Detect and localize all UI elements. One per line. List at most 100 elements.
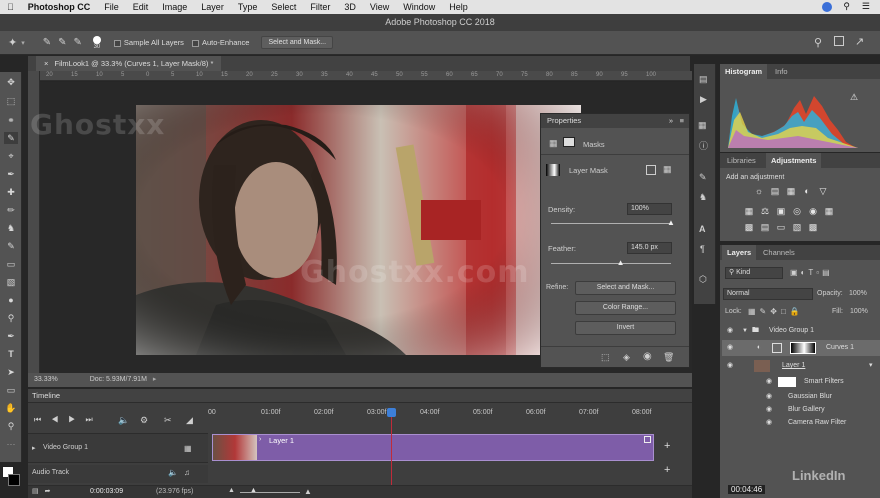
visibility-eye-icon[interactable]: ◉ xyxy=(727,340,733,356)
hue-saturation-icon[interactable]: ▦ xyxy=(744,207,754,216)
timeline-footer-icons[interactable]: ▤➦ xyxy=(32,487,56,495)
menu-window[interactable]: Window xyxy=(396,2,442,12)
character-icon[interactable]: A xyxy=(699,224,706,234)
playhead-handle[interactable] xyxy=(387,408,396,417)
transition-icon[interactable]: ◢ xyxy=(186,415,193,426)
eraser-tool-icon[interactable]: ▭ xyxy=(4,258,18,270)
menu-file[interactable]: File xyxy=(97,2,126,12)
workspace-icon[interactable] xyxy=(834,36,844,46)
hand-tool-icon[interactable]: ✋ xyxy=(4,402,18,414)
path-selection-tool-icon[interactable]: ➤ xyxy=(4,366,18,378)
brush-settings-icon[interactable]: ✎ xyxy=(699,172,707,183)
lasso-tool-icon[interactable]: ⚭ xyxy=(4,114,18,126)
paragraph-icon[interactable]: ¶ xyxy=(700,244,705,254)
menu-type[interactable]: Type xyxy=(231,2,265,12)
tab-adjustments[interactable]: Adjustments xyxy=(766,153,822,168)
brightness-contrast-icon[interactable]: ☼ xyxy=(754,187,764,196)
photo-filter-icon[interactable]: ◎ xyxy=(792,207,802,216)
clone-source-icon[interactable]: ♞ xyxy=(699,192,707,203)
menu-filter[interactable]: Filter xyxy=(303,2,337,12)
add-audio-plus-icon[interactable]: + xyxy=(664,464,670,476)
creative-cloud-icon[interactable] xyxy=(822,2,832,12)
visibility-eye-icon[interactable]: ◉ xyxy=(766,374,772,390)
info-icon[interactable]: ⓘ xyxy=(699,139,708,152)
gradient-map-icon[interactable]: ▧ xyxy=(792,223,802,232)
blend-mode-select[interactable]: Normal xyxy=(723,288,813,300)
chevron-down-icon[interactable]: ▼ xyxy=(742,323,748,339)
delete-mask-icon[interactable]: 🗑 xyxy=(663,352,674,363)
add-media-plus-icon[interactable]: + xyxy=(664,440,670,452)
color-lookup-icon[interactable]: ▦ xyxy=(824,207,834,216)
tab-libraries[interactable]: Libraries xyxy=(722,153,761,168)
background-color-swatch[interactable] xyxy=(8,474,20,486)
history-brush-tool-icon[interactable]: ✎ xyxy=(4,240,18,252)
document-tab[interactable]: × FilmLook1 @ 33.3% (Curves 1, Layer Mas… xyxy=(36,56,222,71)
exposure-icon[interactable]: ◐ xyxy=(802,187,812,196)
panel-menu-icon[interactable]: ≡ xyxy=(680,114,684,128)
tab-histogram[interactable]: Histogram xyxy=(720,64,768,79)
visibility-eye-icon[interactable]: ◉ xyxy=(727,358,733,374)
history-icon[interactable]: ▤ xyxy=(699,74,708,85)
3d-icon[interactable]: ⬡ xyxy=(699,274,707,285)
video-clip[interactable]: › Layer 1 xyxy=(212,434,654,461)
selective-color-icon[interactable]: ▩ xyxy=(808,223,818,232)
menu-view[interactable]: View xyxy=(363,2,396,12)
apple-icon[interactable]:  xyxy=(0,2,21,12)
menu-3d[interactable]: 3D xyxy=(337,2,363,12)
collapse-icon[interactable]: » xyxy=(669,114,673,128)
vector-mask-icon[interactable] xyxy=(563,137,575,147)
audio-icon[interactable]: 🔈 xyxy=(118,415,129,426)
settings-gear-icon[interactable]: ⚙ xyxy=(140,415,148,426)
chevron-down-icon[interactable]: ▾ xyxy=(869,358,873,374)
levels-icon[interactable]: ▤ xyxy=(770,187,780,196)
more-tools-icon[interactable]: ⋯ xyxy=(4,438,18,450)
apply-mask-icon[interactable]: ▦ xyxy=(663,164,672,175)
rectangle-tool-icon[interactable]: ▭ xyxy=(4,384,18,396)
visibility-eye-icon[interactable]: ◉ xyxy=(643,351,652,362)
film-icon[interactable]: ▦ xyxy=(184,444,192,453)
brush-tool-icon[interactable]: ✏ xyxy=(4,204,18,216)
lock-icons[interactable]: ▦✎✥□🔒 xyxy=(748,307,804,316)
zoom-in-mountain-icon[interactable]: ▲ xyxy=(304,487,312,496)
music-note-icon[interactable]: ♫ xyxy=(184,468,190,477)
crop-tool-icon[interactable]: ⌖ xyxy=(4,150,18,162)
density-field[interactable]: 100% xyxy=(627,203,672,215)
subtract-from-selection-icon[interactable]: ✎ xyxy=(74,37,82,48)
brush-size-picker[interactable]: 30 xyxy=(90,35,104,50)
timeline-zoom-thumb[interactable]: ▲ xyxy=(250,487,257,494)
invert-adjustment-icon[interactable]: ▩ xyxy=(744,223,754,232)
black-white-icon[interactable]: ▣ xyxy=(776,207,786,216)
select-mask-icon[interactable] xyxy=(646,165,656,175)
select-and-mask-button[interactable]: Select and Mask... xyxy=(261,36,334,49)
color-balance-icon[interactable]: ⚖ xyxy=(760,207,770,216)
eyedropper-tool-icon[interactable]: ✒ xyxy=(4,168,18,180)
audio-volume-icon[interactable]: 🔈 xyxy=(168,468,178,477)
healing-brush-tool-icon[interactable]: ✚ xyxy=(4,186,18,198)
invert-button[interactable]: Invert xyxy=(575,321,676,335)
pixel-mask-icon[interactable]: ▦ xyxy=(549,138,558,149)
opacity-value[interactable]: 100% xyxy=(849,290,867,297)
posterize-icon[interactable]: ▤ xyxy=(760,223,770,232)
zoom-out-mountain-icon[interactable]: ▲ xyxy=(228,487,235,494)
clone-stamp-tool-icon[interactable]: ♞ xyxy=(4,222,18,234)
density-slider-thumb[interactable]: ▲ xyxy=(667,218,675,227)
play-actions-icon[interactable]: ▶ xyxy=(700,94,707,105)
visibility-eye-icon[interactable]: ◉ xyxy=(766,415,772,431)
menu-image[interactable]: Image xyxy=(155,2,194,12)
quick-selection-tool-icon[interactable]: ✦ xyxy=(8,36,17,49)
visibility-eye-icon[interactable]: ◉ xyxy=(727,323,733,339)
layer-filter-icons[interactable]: ▣◐T▫▤ xyxy=(790,268,833,277)
gradient-tool-icon[interactable]: ▧ xyxy=(4,276,18,288)
spotlight-search-icon[interactable]: ⚲ xyxy=(843,1,850,12)
type-tool-icon[interactable]: T xyxy=(4,348,18,360)
chevron-right-icon[interactable]: ▸ xyxy=(32,444,36,452)
feather-field[interactable]: 145.0 px xyxy=(627,242,672,254)
sample-all-layers-checkbox[interactable]: Sample All Layers xyxy=(113,38,184,47)
menu-app-name[interactable]: Photoshop CC xyxy=(21,2,98,12)
add-to-selection-icon[interactable]: ✎ xyxy=(58,37,66,48)
threshold-icon[interactable]: ▭ xyxy=(776,223,786,232)
feather-slider-thumb[interactable]: ▲ xyxy=(617,258,625,267)
chevron-down-icon[interactable]: ▾ xyxy=(21,39,25,47)
quick-selection-tool-icon[interactable]: ✎ xyxy=(4,132,18,144)
menu-edit[interactable]: Edit xyxy=(126,2,156,12)
